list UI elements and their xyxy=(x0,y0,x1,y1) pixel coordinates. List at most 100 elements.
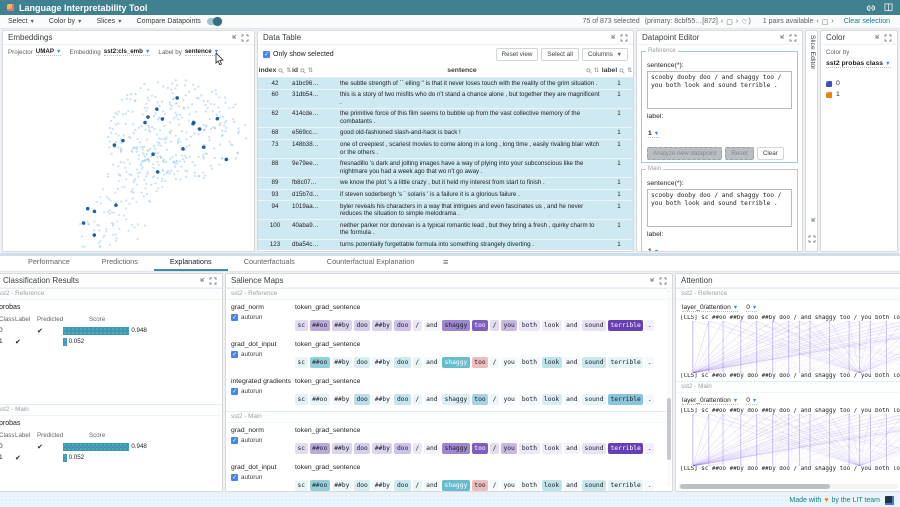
prev-datapoint-button[interactable]: ‹ xyxy=(721,18,723,25)
salience-token[interactable]: doo xyxy=(394,480,410,491)
clear-selection-button[interactable]: Clear selection xyxy=(844,18,890,25)
salience-token[interactable]: too xyxy=(472,320,488,331)
salience-token[interactable]: both xyxy=(519,394,539,405)
columns-button[interactable]: Columns ▼ xyxy=(582,48,628,61)
sentence-textarea[interactable]: scooby dooby doo / and shaggy too / you … xyxy=(647,71,792,109)
salience-token[interactable]: doo xyxy=(354,320,370,331)
salience-token[interactable]: sc xyxy=(295,443,308,454)
tab-performance[interactable]: Performance xyxy=(12,254,86,271)
prev-pair-button[interactable]: ‹ xyxy=(816,18,818,25)
sentence-textarea[interactable]: scooby dooby doo / and shaggy too / you … xyxy=(647,189,792,227)
tab-counterfactuals[interactable]: Counterfactuals xyxy=(228,254,311,271)
projector-select[interactable]: UMAP▼ xyxy=(36,48,62,56)
salience-token[interactable]: sound xyxy=(582,320,606,331)
salience-token[interactable]: shaggy xyxy=(442,357,470,368)
splitter-drag-handle-icon[interactable]: ≡ xyxy=(443,257,448,267)
salience-token[interactable]: doo xyxy=(394,320,410,331)
minimize-panel-icon[interactable] xyxy=(777,34,785,42)
salience-token[interactable]: . xyxy=(645,394,654,405)
autorun-control[interactable]: ✓autorun xyxy=(231,437,295,444)
salience-token[interactable]: and xyxy=(424,357,440,368)
salience-token[interactable]: and xyxy=(564,320,580,331)
autorun-checkbox[interactable]: ✓ xyxy=(231,388,238,395)
salience-token[interactable]: ##by xyxy=(372,357,392,368)
salience-token[interactable]: / xyxy=(490,443,499,454)
next-datapoint-button[interactable]: › xyxy=(736,18,738,25)
table-row[interactable]: 68e569cc…good old-fashioned slash-and-ha… xyxy=(258,128,633,140)
salience-token[interactable]: terrible xyxy=(608,394,643,405)
table-row[interactable]: 42a1bc96…the subtle strength of `` ellin… xyxy=(258,78,633,90)
autorun-checkbox[interactable]: ✓ xyxy=(231,314,238,321)
table-row[interactable]: 93d15b7d…if steven soderbergh 's ` solar… xyxy=(258,190,633,202)
table-row[interactable]: 6031db54…this is a story of two misfits … xyxy=(258,90,633,109)
salience-token[interactable]: / xyxy=(413,394,422,405)
salience-token[interactable]: look xyxy=(542,480,562,491)
salience-token[interactable]: and xyxy=(564,357,580,368)
pair-slideshow-icon[interactable]: ▢ xyxy=(822,18,829,26)
labelby-select[interactable]: sentence▼ xyxy=(185,48,219,56)
salience-token[interactable]: and xyxy=(424,443,440,454)
maximize-panel-icon[interactable] xyxy=(620,34,628,42)
search-icon[interactable] xyxy=(300,68,306,74)
embedding-select[interactable]: sst2:cls_emb▼ xyxy=(104,48,151,56)
attention-head-select[interactable]: 0▼ xyxy=(746,304,757,312)
salience-token[interactable]: terrible xyxy=(608,320,643,331)
table-row[interactable]: 73148b38…one of creepiest , scariest mov… xyxy=(258,140,633,159)
embedding-scatter-plot[interactable] xyxy=(3,59,252,249)
salience-token[interactable]: you xyxy=(501,480,517,491)
minimize-panel-icon[interactable] xyxy=(197,277,205,285)
salience-token[interactable]: / xyxy=(413,357,422,368)
vertical-scrollbar[interactable] xyxy=(667,288,671,486)
salience-token[interactable]: too xyxy=(472,394,488,405)
salience-token[interactable]: look xyxy=(542,320,562,331)
salience-token[interactable]: ##by xyxy=(372,394,392,405)
salience-token[interactable]: ##oo xyxy=(310,394,330,405)
maximize-panel-icon[interactable] xyxy=(808,235,816,243)
next-pair-button[interactable]: › xyxy=(831,18,833,25)
salience-token[interactable]: shaggy xyxy=(442,320,470,331)
column-header-index[interactable]: index xyxy=(259,67,277,74)
datapoint-slideshow-icon[interactable]: ▢ xyxy=(726,18,733,26)
salience-token[interactable]: look xyxy=(542,394,562,405)
salience-token[interactable]: and xyxy=(564,480,580,491)
salience-token[interactable]: sc xyxy=(295,320,308,331)
salience-token[interactable]: doo xyxy=(394,394,410,405)
sort-icon[interactable]: ⇅ xyxy=(627,67,632,74)
salience-token[interactable]: . xyxy=(645,480,654,491)
maximize-panel-icon[interactable] xyxy=(789,34,797,42)
salience-token[interactable]: ##oo xyxy=(310,357,330,368)
salience-token[interactable]: sound xyxy=(582,480,606,491)
salience-token[interactable]: look xyxy=(542,357,562,368)
sort-icon[interactable]: ⇅ xyxy=(308,67,313,74)
salience-token[interactable]: . xyxy=(645,320,654,331)
search-icon[interactable] xyxy=(619,68,625,74)
scrollbar-thumb[interactable] xyxy=(680,484,830,489)
color-by-menu[interactable]: Color by▼ xyxy=(49,18,83,25)
sort-icon[interactable]: ⇅ xyxy=(594,67,599,74)
label-select[interactable]: 1▼ xyxy=(648,130,659,138)
salience-token[interactable]: you xyxy=(501,357,517,368)
autorun-control[interactable]: ✓autorun xyxy=(231,388,295,395)
documentation-icon[interactable] xyxy=(884,3,893,12)
autorun-checkbox[interactable]: ✓ xyxy=(231,351,238,358)
salience-token[interactable]: you xyxy=(501,394,517,405)
salience-token[interactable]: and xyxy=(564,443,580,454)
maximize-panel-icon[interactable] xyxy=(209,277,217,285)
salience-token[interactable]: both xyxy=(519,320,539,331)
salience-token[interactable]: / xyxy=(490,320,499,331)
salience-token[interactable]: ##oo xyxy=(310,320,330,331)
maximize-panel-icon[interactable] xyxy=(659,277,667,285)
slices-menu[interactable]: Slices▼ xyxy=(96,18,122,25)
salience-token[interactable]: too xyxy=(472,357,488,368)
salience-token[interactable]: sc xyxy=(295,480,308,491)
share-link-icon[interactable] xyxy=(866,4,876,12)
salience-token[interactable]: sound xyxy=(582,443,606,454)
salience-token[interactable]: and xyxy=(424,394,440,405)
autorun-checkbox[interactable]: ✓ xyxy=(231,437,238,444)
favorite-icon[interactable]: ♡ xyxy=(741,18,747,26)
autorun-checkbox[interactable]: ✓ xyxy=(231,474,238,481)
table-row[interactable]: 941019aa…byler reveals his characters in… xyxy=(258,201,633,220)
salience-token[interactable]: look xyxy=(542,443,562,454)
salience-token[interactable]: / xyxy=(490,357,499,368)
horizontal-scrollbar[interactable] xyxy=(678,484,898,489)
